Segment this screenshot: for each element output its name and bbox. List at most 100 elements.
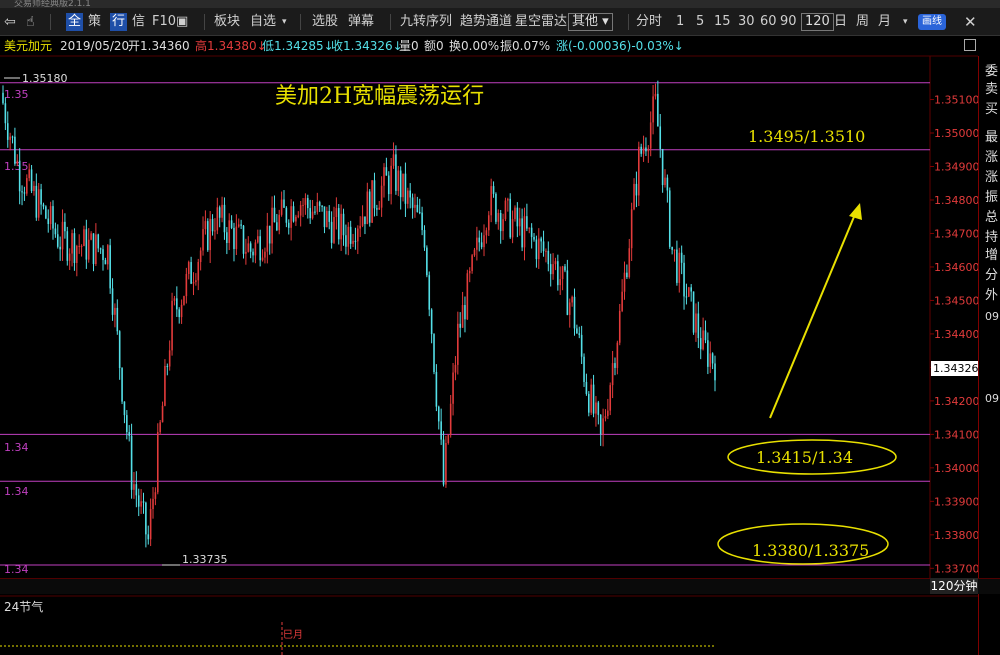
candle-body bbox=[221, 204, 223, 218]
candle-body bbox=[668, 190, 671, 247]
candle-body bbox=[109, 245, 111, 289]
current-price-tag: 1.34326 bbox=[931, 361, 979, 376]
candle-body bbox=[571, 296, 573, 303]
y-tick-label: 1.34400 bbox=[934, 328, 980, 341]
candle-body bbox=[711, 353, 714, 364]
candle-body bbox=[461, 305, 464, 328]
candle-body bbox=[652, 96, 654, 123]
candle-body bbox=[297, 215, 300, 217]
candle-body bbox=[499, 213, 502, 232]
candle-body bbox=[161, 405, 164, 423]
candle-body bbox=[654, 93, 657, 97]
candle-body bbox=[347, 226, 350, 247]
candle-body bbox=[564, 266, 566, 271]
candle-body bbox=[495, 193, 497, 222]
candle-body bbox=[59, 246, 61, 250]
candle-body bbox=[502, 219, 504, 232]
candle-body bbox=[142, 501, 145, 503]
candle-body bbox=[423, 230, 426, 248]
candle-body bbox=[504, 200, 507, 220]
right-panel-label: 09 bbox=[985, 310, 999, 323]
candle-body bbox=[404, 173, 407, 204]
candle-body bbox=[42, 204, 45, 207]
candle-body bbox=[54, 228, 57, 235]
candle-body bbox=[414, 204, 416, 208]
candle-body bbox=[252, 251, 254, 256]
candle-body bbox=[526, 216, 528, 229]
candle-body bbox=[337, 208, 340, 240]
candle-body bbox=[159, 422, 161, 433]
candle-body bbox=[366, 191, 369, 225]
candle-body bbox=[216, 207, 219, 231]
resistance-annotation: 1.3495/1.3510 bbox=[748, 127, 865, 146]
candle-body bbox=[542, 241, 545, 252]
candle-body bbox=[468, 270, 471, 274]
candle-body bbox=[26, 178, 28, 194]
candle-body bbox=[671, 246, 673, 250]
candle-body bbox=[97, 234, 100, 249]
candle-body bbox=[14, 136, 16, 164]
low-marker: 1.33735 bbox=[162, 553, 228, 566]
candle-body bbox=[135, 484, 138, 496]
candle-body bbox=[173, 298, 176, 301]
candle-body bbox=[399, 170, 402, 198]
candle-body bbox=[383, 167, 385, 186]
candle-body bbox=[240, 224, 242, 226]
candle-body bbox=[426, 247, 428, 276]
candle-body bbox=[445, 443, 447, 485]
candle-body bbox=[516, 207, 519, 227]
candle-body bbox=[604, 416, 607, 419]
candle-body bbox=[247, 243, 250, 252]
candle-body bbox=[545, 250, 547, 252]
candle-body bbox=[49, 206, 52, 224]
y-tick-label: 1.34500 bbox=[934, 294, 980, 307]
candle-body bbox=[328, 211, 331, 222]
candle-body bbox=[683, 262, 685, 297]
candle-body bbox=[597, 402, 600, 415]
candle-body bbox=[466, 273, 469, 320]
candle-body bbox=[307, 198, 309, 209]
candle-body bbox=[521, 218, 523, 248]
date-axis-bar bbox=[0, 578, 1000, 594]
candle-body bbox=[387, 175, 390, 195]
candle-body bbox=[595, 402, 597, 414]
candle-body bbox=[164, 366, 166, 406]
candle-body bbox=[357, 228, 359, 242]
candle-body bbox=[649, 122, 652, 149]
candle-body bbox=[40, 189, 42, 205]
y-tick-label: 1.33800 bbox=[934, 529, 980, 542]
candle-body bbox=[4, 103, 7, 124]
candle-body bbox=[271, 207, 273, 244]
candle-body bbox=[440, 421, 442, 440]
candle-body bbox=[421, 212, 423, 231]
candle-body bbox=[471, 255, 473, 271]
period-label[interactable]: 120分钟 bbox=[930, 578, 978, 594]
candle-body bbox=[630, 209, 633, 249]
candle-body bbox=[168, 350, 171, 367]
candle-body bbox=[518, 218, 521, 227]
candle-body bbox=[680, 252, 683, 263]
candle-body bbox=[576, 328, 578, 334]
candle-body bbox=[392, 154, 395, 166]
candle-body bbox=[611, 363, 614, 386]
candle-body bbox=[192, 281, 195, 284]
right-panel-label: 分 bbox=[985, 268, 999, 283]
right-panel-label: 涨 bbox=[985, 150, 999, 165]
candle-body bbox=[657, 93, 659, 127]
right-panel-label: 持 bbox=[985, 230, 999, 245]
candle-body bbox=[185, 273, 188, 297]
candle-body bbox=[73, 233, 76, 263]
candle-body bbox=[302, 204, 304, 206]
candle-body bbox=[309, 208, 311, 219]
candle-body bbox=[437, 406, 440, 422]
candle-body bbox=[664, 177, 666, 186]
candle-body bbox=[585, 381, 588, 394]
candle-body bbox=[676, 249, 678, 283]
y-tick-label: 1.34900 bbox=[934, 160, 980, 173]
candle-body bbox=[464, 305, 466, 320]
candle-body bbox=[299, 205, 302, 216]
candle-body bbox=[452, 372, 454, 404]
candle-body bbox=[316, 202, 319, 212]
candle-body bbox=[702, 330, 704, 350]
candle-body bbox=[385, 167, 388, 176]
